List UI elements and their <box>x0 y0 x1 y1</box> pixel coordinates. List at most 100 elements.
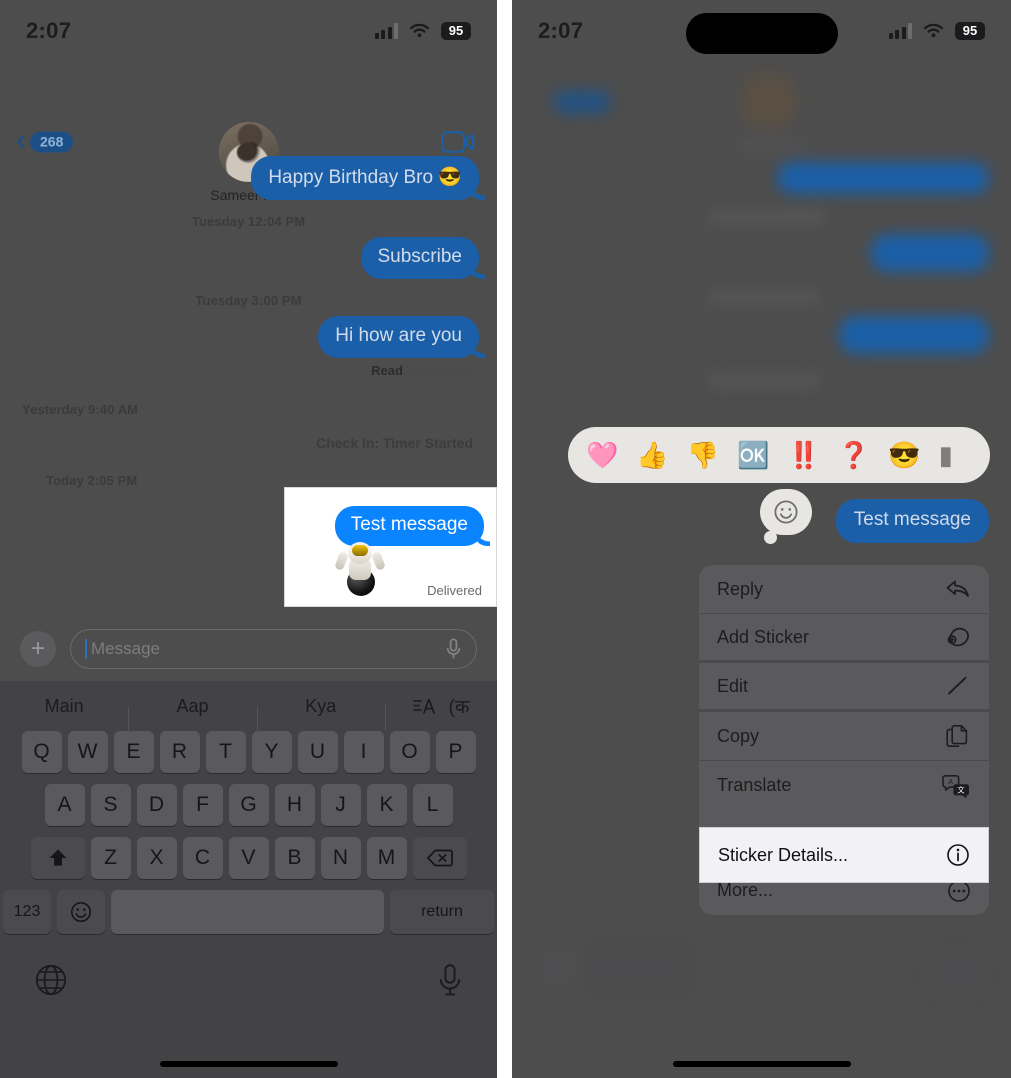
key-l[interactable]: L <box>412 784 453 826</box>
key-b[interactable]: B <box>274 837 315 879</box>
menu-item-label: Translate <box>717 775 792 795</box>
key-q[interactable]: Q <box>21 731 62 773</box>
key-d[interactable]: D <box>136 784 177 826</box>
key-z[interactable]: Z <box>90 837 131 879</box>
message-bubble: Happy Birthday Bro 😎 <box>251 156 479 200</box>
key-u[interactable]: U <box>297 731 338 773</box>
message-bubble: Hi how are you <box>318 316 479 358</box>
info-circle-icon <box>947 844 969 866</box>
astronaut-sticker[interactable] <box>333 536 387 596</box>
plus-icon[interactable]: + <box>20 631 56 667</box>
delete-backspace-icon[interactable] <box>412 837 467 879</box>
menu-item-label: Sticker Details... <box>718 844 849 865</box>
key-e[interactable]: E <box>113 731 154 773</box>
key-j[interactable]: J <box>320 784 361 826</box>
return-key[interactable]: return <box>390 890 494 934</box>
copy-documents-icon <box>946 725 968 747</box>
pencil-edit-icon <box>948 676 967 695</box>
blurred-bubble <box>777 162 989 194</box>
message-input[interactable]: Message <box>91 639 160 659</box>
message-row[interactable]: Subscribe <box>18 237 479 279</box>
microphone-icon[interactable] <box>445 638 462 660</box>
tapback-overflow[interactable]: ▮ <box>939 442 953 468</box>
emoji-sticker-button[interactable] <box>760 489 812 544</box>
keyboard-row-3: Z X C V B N M <box>0 837 497 879</box>
key-m[interactable]: M <box>366 837 407 879</box>
globe-language-icon[interactable] <box>34 963 68 997</box>
blurred-bubble <box>839 316 989 354</box>
back-button[interactable]: ‹ 268 <box>16 125 74 156</box>
menu-item-translate[interactable]: Translate A 文 <box>699 761 989 810</box>
space-key[interactable] <box>111 890 384 934</box>
suggestion-2[interactable]: Kya <box>256 696 385 733</box>
menu-item-sticker-details[interactable]: Sticker Details... <box>699 827 989 883</box>
key-o[interactable]: O <box>389 731 430 773</box>
thumbs-down-tapback[interactable]: 👎 <box>687 442 719 468</box>
emoji-smiley-icon[interactable] <box>57 890 105 934</box>
menu-item-reply[interactable]: Reply <box>699 565 989 614</box>
suggestion-1[interactable]: Aap <box>128 696 256 733</box>
key-g[interactable]: G <box>228 784 269 826</box>
selected-message-bubble[interactable]: Test message <box>835 499 989 543</box>
microphone-icon[interactable] <box>437 963 463 997</box>
menu-item-copy[interactable]: Copy <box>699 712 989 761</box>
svg-text:A: A <box>948 777 953 786</box>
menu-item-label: Copy <box>717 725 760 746</box>
key-n[interactable]: N <box>320 837 361 879</box>
blurred-contact-name <box>734 138 804 152</box>
key-a[interactable]: A <box>44 784 85 826</box>
menu-item-add-sticker[interactable]: Add Sticker <box>699 614 989 663</box>
numeric-key[interactable]: 123 <box>3 890 51 934</box>
key-i[interactable]: I <box>343 731 384 773</box>
key-v[interactable]: V <box>228 837 269 879</box>
key-r[interactable]: R <box>159 731 200 773</box>
suggestion-0[interactable]: Main <box>0 696 128 717</box>
key-f[interactable]: F <box>182 784 223 826</box>
add-sticker-icon <box>947 627 969 647</box>
unread-badge: 268 <box>30 131 74 153</box>
menu-item-label: Reply <box>717 578 764 599</box>
blurred-key <box>540 950 574 986</box>
message-bubble: Subscribe <box>360 237 479 279</box>
exclamation-tapback[interactable]: ‼️ <box>788 442 820 468</box>
key-k[interactable]: K <box>366 784 407 826</box>
read-receipt-time: Wednesday <box>402 363 475 378</box>
key-c[interactable]: C <box>182 837 223 879</box>
home-indicator <box>672 1061 851 1067</box>
cellular-signal-icon <box>888 23 912 39</box>
search-input-wrapper[interactable]: Message <box>70 629 477 669</box>
tapback-reaction-bar[interactable]: 🩷 👍 👎 🆗 ‼️ ❓ 😎 ▮ <box>568 427 990 483</box>
blurred-avatar <box>740 72 798 130</box>
message-composer-left: + Message <box>0 615 497 685</box>
wifi-icon <box>409 23 430 38</box>
timestamp-divider: Tuesday 3:00 PM <box>195 293 302 308</box>
haha-tapback[interactable]: 🆗 <box>737 442 769 468</box>
home-indicator <box>159 1061 338 1067</box>
key-y[interactable]: Y <box>251 731 292 773</box>
thumbs-up-tapback[interactable]: 👍 <box>636 442 668 468</box>
emoji-picker-tapback[interactable]: 😎 <box>888 442 920 468</box>
key-s[interactable]: S <box>90 784 131 826</box>
battery-icon: 95 <box>441 22 471 40</box>
menu-item-edit[interactable]: Edit <box>699 663 989 712</box>
facetime-button[interactable] <box>441 130 475 154</box>
heart-tapback[interactable]: 🩷 <box>586 442 618 468</box>
shift-up-arrow-icon[interactable] <box>30 837 85 879</box>
video-camera-icon <box>441 131 475 153</box>
blurred-key <box>929 950 983 996</box>
question-tapback[interactable]: ❓ <box>838 442 870 468</box>
highlight-callout-test-message: Test message Delivered <box>284 487 497 607</box>
menu-item-label: Edit <box>717 675 749 696</box>
key-t[interactable]: T <box>205 731 246 773</box>
key-p[interactable]: P <box>435 731 476 773</box>
blurred-timestamp <box>708 290 820 304</box>
devanagari-key-icon[interactable]: (क <box>449 693 470 719</box>
key-x[interactable]: X <box>136 837 177 879</box>
key-h[interactable]: H <box>274 784 315 826</box>
status-bar-left: 2:07 95 <box>0 0 497 62</box>
suggestion-extras: (क <box>384 693 497 730</box>
message-row[interactable]: Hi how are you <box>18 316 479 358</box>
message-row[interactable]: Happy Birthday Bro 😎 <box>18 156 479 200</box>
key-w[interactable]: W <box>67 731 108 773</box>
text-format-icon[interactable] <box>412 696 435 716</box>
